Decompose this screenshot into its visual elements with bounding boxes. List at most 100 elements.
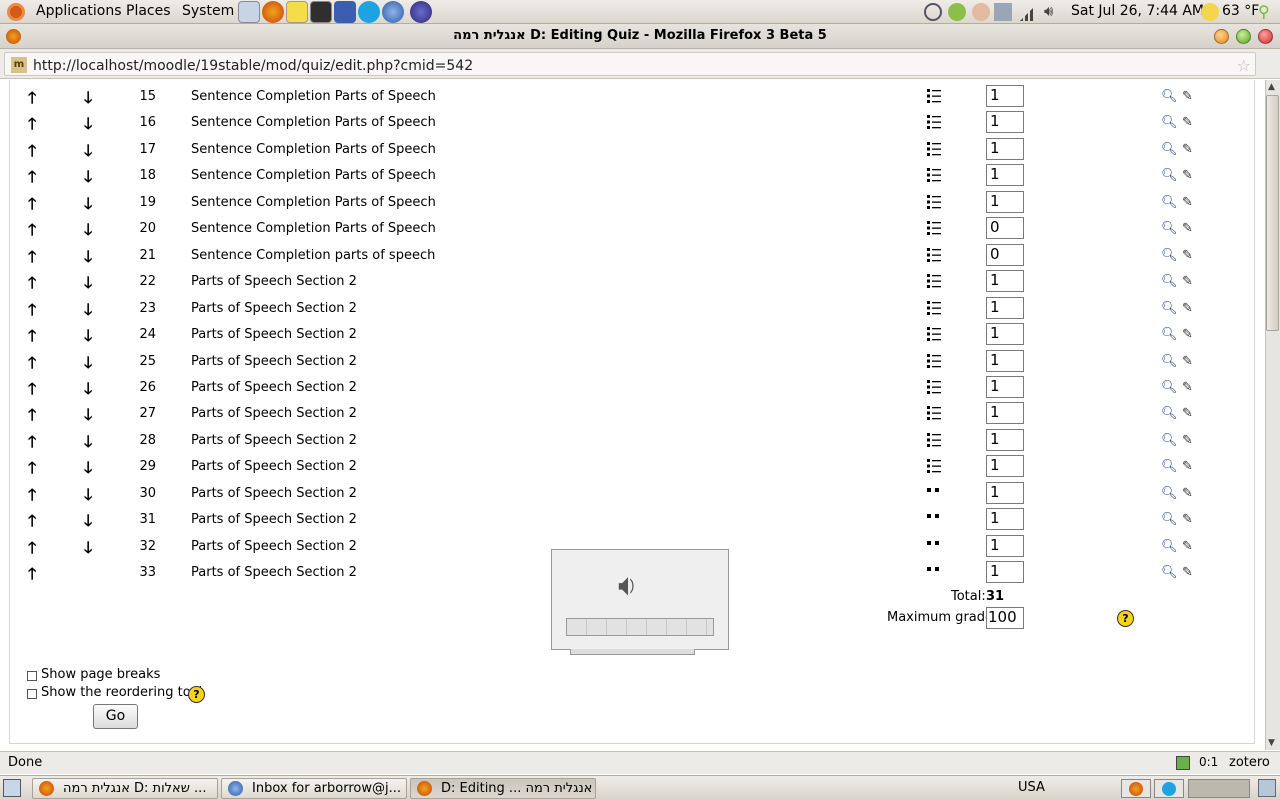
question-grade-input[interactable]: 1 xyxy=(986,323,1024,345)
terminal-launcher-icon[interactable] xyxy=(310,1,332,23)
question-grade-input[interactable]: 1 xyxy=(986,376,1024,398)
close-button[interactable] xyxy=(1258,29,1273,44)
question-grade-input[interactable]: 1 xyxy=(986,429,1024,451)
preview-icon[interactable]: 🔍︎ xyxy=(1161,327,1178,342)
menu-applications[interactable]: Applications xyxy=(36,3,122,19)
edit-icon[interactable]: ✎ xyxy=(1182,221,1193,236)
move-down-arrow-icon[interactable]: 🡓 xyxy=(84,166,92,193)
preview-icon[interactable]: 🔍︎ xyxy=(1161,195,1178,210)
question-grade-input[interactable]: 0 xyxy=(986,244,1024,266)
scrollbar-thumb[interactable] xyxy=(1266,95,1279,331)
weather-icon[interactable] xyxy=(1201,3,1219,21)
show-reordering-tool-checkbox[interactable] xyxy=(27,689,37,699)
move-up-arrow-icon[interactable]: 🡑 xyxy=(28,537,36,564)
menu-system[interactable]: System xyxy=(182,3,234,19)
question-grade-input[interactable]: 1 xyxy=(986,111,1024,133)
edit-icon[interactable]: ✎ xyxy=(1182,354,1193,369)
move-down-arrow-icon[interactable]: 🡓 xyxy=(84,378,92,405)
edit-icon[interactable]: ✎ xyxy=(1182,195,1193,210)
move-down-arrow-icon[interactable]: 🡓 xyxy=(84,431,92,458)
move-up-arrow-icon[interactable]: 🡑 xyxy=(28,352,36,379)
edit-icon[interactable]: ✎ xyxy=(1182,89,1193,104)
show-page-breaks-label[interactable]: Show page breaks xyxy=(41,667,160,682)
question-grade-input[interactable]: 1 xyxy=(986,297,1024,319)
preview-icon[interactable]: 🔍︎ xyxy=(1161,539,1178,554)
move-up-arrow-icon[interactable]: 🡑 xyxy=(28,404,36,431)
minimize-button[interactable] xyxy=(1214,29,1229,44)
move-up-arrow-icon[interactable]: 🡑 xyxy=(28,457,36,484)
move-down-arrow-icon[interactable]: 🡓 xyxy=(84,246,92,273)
skype-tray-icon[interactable] xyxy=(1154,779,1184,798)
network-signal-icon[interactable] xyxy=(1020,3,1038,21)
edit-icon[interactable]: ✎ xyxy=(1182,274,1193,289)
move-up-arrow-icon[interactable]: 🡑 xyxy=(28,113,36,140)
edit-icon[interactable]: ✎ xyxy=(1182,301,1193,316)
preview-icon[interactable]: 🔍︎ xyxy=(1161,354,1178,369)
move-up-arrow-icon[interactable]: 🡑 xyxy=(28,219,36,246)
move-down-arrow-icon[interactable]: 🡓 xyxy=(84,87,92,114)
move-up-arrow-icon[interactable]: 🡑 xyxy=(28,378,36,405)
notes-launcher-icon[interactable] xyxy=(286,1,308,23)
question-grade-input[interactable]: 1 xyxy=(986,270,1024,292)
preview-icon[interactable]: 🔍︎ xyxy=(1161,512,1178,527)
run-icon[interactable]: ⚲ xyxy=(1258,2,1270,21)
eclipse-launcher-icon[interactable] xyxy=(410,1,432,23)
preview-icon[interactable]: 🔍︎ xyxy=(1161,221,1178,236)
question-grade-input[interactable]: 1 xyxy=(986,85,1024,107)
thunderbird-launcher-icon[interactable] xyxy=(382,1,404,23)
move-down-arrow-icon[interactable]: 🡓 xyxy=(84,352,92,379)
max-grade-input[interactable]: 100 xyxy=(986,607,1024,629)
window-titlebar[interactable]: אנגלית רמה D: Editing Quiz - Mozilla Fir… xyxy=(0,24,1280,49)
preview-icon[interactable]: 🔍︎ xyxy=(1161,274,1178,289)
question-grade-input[interactable]: 1 xyxy=(986,350,1024,372)
move-up-arrow-icon[interactable]: 🡑 xyxy=(28,140,36,167)
preview-icon[interactable]: 🔍︎ xyxy=(1161,406,1178,421)
question-grade-input[interactable]: 1 xyxy=(986,138,1024,160)
keyboard-layout[interactable]: USA xyxy=(1018,780,1045,795)
question-grade-input[interactable]: 1 xyxy=(986,508,1024,530)
edit-icon[interactable]: ✎ xyxy=(1182,115,1193,130)
preview-icon[interactable]: 🔍︎ xyxy=(1161,168,1178,183)
move-down-arrow-icon[interactable]: 🡓 xyxy=(84,537,92,564)
move-up-arrow-icon[interactable]: 🡑 xyxy=(28,563,36,590)
question-grade-input[interactable]: 1 xyxy=(986,191,1024,213)
preview-icon[interactable]: 🔍︎ xyxy=(1161,486,1178,501)
question-grade-input[interactable]: 1 xyxy=(986,455,1024,477)
network-launcher-icon[interactable] xyxy=(334,1,356,23)
move-down-arrow-icon[interactable]: 🡓 xyxy=(84,404,92,431)
zotero-button[interactable]: zotero xyxy=(1229,755,1270,770)
edit-icon[interactable]: ✎ xyxy=(1182,380,1193,395)
move-down-arrow-icon[interactable]: 🡓 xyxy=(84,484,92,511)
preview-icon[interactable]: 🔍︎ xyxy=(1161,89,1178,104)
skype-launcher-icon[interactable] xyxy=(358,1,380,23)
question-grade-input[interactable]: 1 xyxy=(986,164,1024,186)
question-grade-input[interactable]: 1 xyxy=(986,482,1024,504)
edit-icon[interactable]: ✎ xyxy=(1182,486,1193,501)
url-text[interactable]: http://localhost/moodle/19stable/mod/qui… xyxy=(33,58,473,74)
preview-icon[interactable]: 🔍︎ xyxy=(1161,115,1178,130)
devices-icon[interactable] xyxy=(994,3,1012,21)
edit-icon[interactable]: ✎ xyxy=(1182,248,1193,263)
update-icon[interactable] xyxy=(948,3,966,21)
show-page-breaks-checkbox[interactable] xyxy=(27,671,37,681)
edit-icon[interactable]: ✎ xyxy=(1182,168,1193,183)
move-up-arrow-icon[interactable]: 🡑 xyxy=(28,431,36,458)
edit-icon[interactable]: ✎ xyxy=(1182,327,1193,342)
timer-icon[interactable] xyxy=(924,3,942,21)
scroll-up-arrow-icon[interactable]: ▲ xyxy=(1268,82,1275,92)
preview-icon[interactable]: 🔍︎ xyxy=(1161,565,1178,580)
move-up-arrow-icon[interactable]: 🡑 xyxy=(28,246,36,273)
show-reordering-tool-label[interactable]: Show the reordering tool xyxy=(41,685,202,700)
menu-places[interactable]: Places xyxy=(126,3,171,19)
extension-status-icon[interactable] xyxy=(1176,756,1190,770)
move-down-arrow-icon[interactable]: 🡓 xyxy=(84,457,92,484)
bookmark-star-icon[interactable]: ☆ xyxy=(1237,56,1251,75)
url-field[interactable]: m http://localhost/moodle/19stable/mod/q… xyxy=(4,52,1256,76)
task-firefox-questions[interactable]: אנגלית רמה D: שאלות ... xyxy=(32,778,218,799)
firefox-launcher-icon[interactable] xyxy=(262,1,284,23)
preview-icon[interactable]: 🔍︎ xyxy=(1161,248,1178,263)
move-down-arrow-icon[interactable]: 🡓 xyxy=(84,272,92,299)
trash-icon[interactable] xyxy=(1258,779,1276,797)
status-counter[interactable]: 0:1 xyxy=(1199,755,1218,769)
move-down-arrow-icon[interactable]: 🡓 xyxy=(84,193,92,220)
